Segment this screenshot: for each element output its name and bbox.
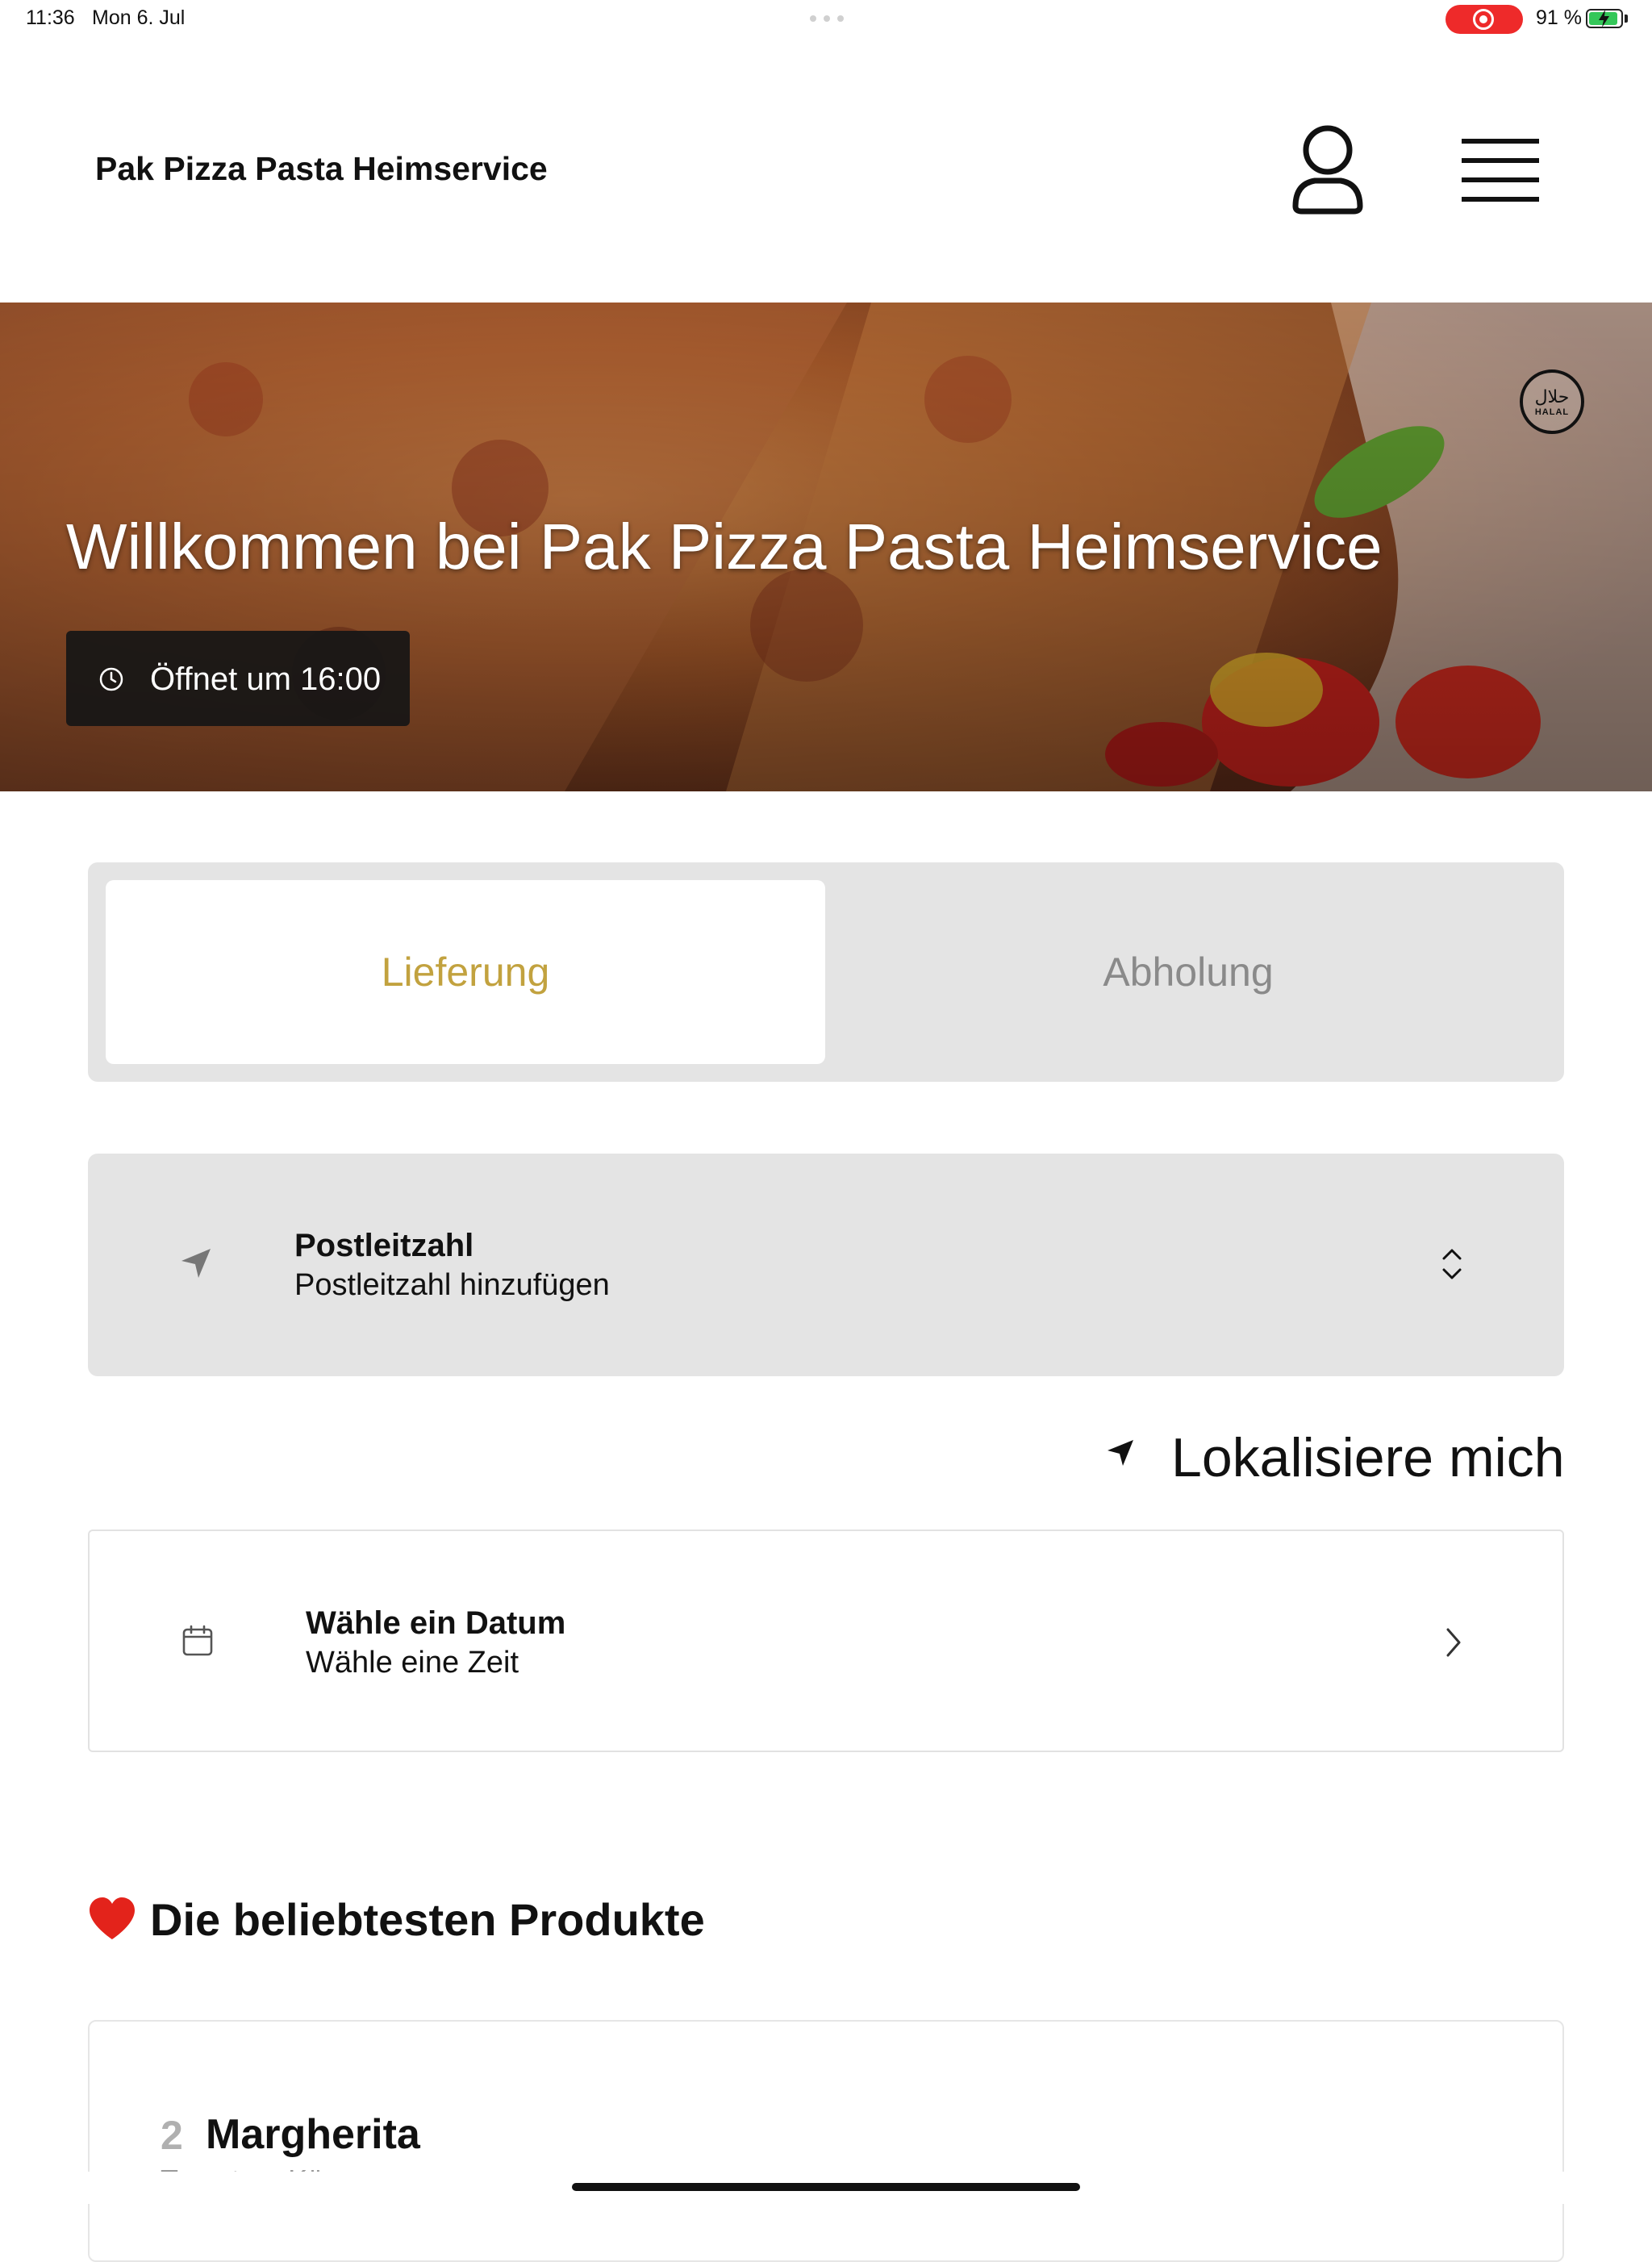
- location-arrow-icon: [181, 1249, 211, 1278]
- locate-me-button[interactable]: Lokalisiere mich: [1105, 1423, 1565, 1488]
- battery-tip: [1625, 15, 1628, 23]
- multitasking-dots-icon[interactable]: [810, 15, 844, 22]
- user-icon[interactable]: [1289, 123, 1366, 216]
- hero-title: Willkommen bei Pak Pizza Pasta Heimservi…: [66, 511, 1383, 582]
- postal-code-label: Postleitzahl: [294, 1228, 474, 1263]
- toggle-pickup[interactable]: Abholung: [828, 880, 1548, 1064]
- date-time-selector[interactable]: Wähle ein Datum Wähle eine Zeit: [88, 1530, 1564, 1752]
- hamburger-menu-icon[interactable]: [1460, 136, 1541, 205]
- product-card[interactable]: 2 Margherita Tomaten, Käse: [88, 2020, 1564, 2262]
- postal-code-selector[interactable]: Postleitzahl Postleitzahl hinzufügen: [88, 1154, 1564, 1376]
- chevron-right-icon: [1446, 1628, 1461, 1657]
- clock-icon: [99, 667, 123, 691]
- popular-products-heading: Die beliebtesten Produkte: [87, 1891, 705, 1947]
- time-select-subtitle: Wähle eine Zeit: [306, 1646, 519, 1680]
- calendar-icon: [182, 1625, 213, 1656]
- popular-products-title: Die beliebtesten Produkte: [150, 1893, 705, 1945]
- opening-time-label: Öffnet um 16:00: [150, 661, 382, 697]
- product-number: 2: [161, 2113, 183, 2158]
- toggle-delivery[interactable]: Lieferung: [106, 880, 825, 1064]
- halal-badge-label: HALAL: [1534, 407, 1570, 417]
- app-title[interactable]: Pak Pizza Pasta Heimservice: [95, 150, 548, 188]
- locate-me-label: Lokalisiere mich: [1171, 1427, 1565, 1488]
- product-name: Margherita: [206, 2111, 420, 2158]
- battery-percent: 91 %: [1536, 6, 1582, 29]
- opening-time-badge: Öffnet um 16:00: [66, 631, 410, 726]
- postal-code-placeholder: Postleitzahl hinzufügen: [294, 1268, 610, 1302]
- location-arrow-icon: [1108, 1440, 1133, 1466]
- status-bar: 11:36 Mon 6. Jul 91 %: [0, 0, 1652, 40]
- halal-badge-arabic: حلال: [1534, 386, 1570, 407]
- status-date: Mon 6. Jul: [92, 6, 186, 29]
- status-time: 11:36: [26, 6, 75, 29]
- date-select-title: Wähle ein Datum: [306, 1605, 566, 1641]
- chevron-up-down-icon: [1442, 1249, 1462, 1279]
- heart-icon: [90, 1897, 135, 1939]
- battery-icon: [1586, 9, 1623, 28]
- home-indicator[interactable]: [572, 2183, 1080, 2191]
- halal-badge: حلال HALAL: [1520, 369, 1584, 434]
- order-mode-toggle: Lieferung Abholung: [88, 862, 1564, 1082]
- screen-recording-icon[interactable]: [1446, 5, 1523, 34]
